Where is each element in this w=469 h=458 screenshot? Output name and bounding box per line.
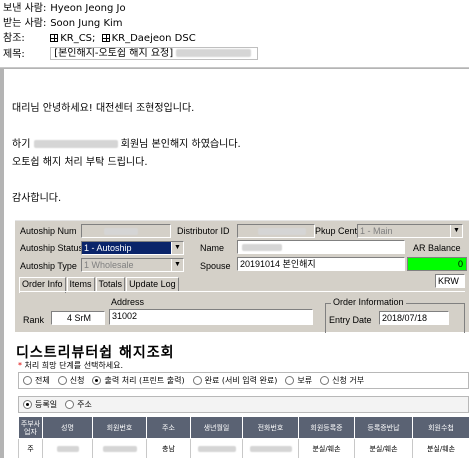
sort-option-date[interactable]: 등록일	[23, 399, 57, 410]
address-label: Address	[111, 297, 145, 307]
spouse-label: Spouse	[200, 261, 231, 271]
column-header[interactable]: 성명	[42, 416, 93, 439]
column-header[interactable]: 생년월일	[190, 416, 243, 439]
table-cell: 충남	[146, 438, 191, 458]
subject-row: 제목: [본인해지-오토쉽 해지 요청] x	[3, 47, 259, 61]
stage-option-reject[interactable]: 신청 거부	[320, 375, 364, 386]
from-value[interactable]: Hyeon Jeong Jo	[50, 2, 125, 16]
autoship-status-label: Autoship Status	[20, 243, 84, 253]
order-tabs: Order Info Items Totals Update Log	[19, 277, 180, 293]
expand-group-icon[interactable]	[101, 34, 110, 42]
distributor-id-field[interactable]: x	[237, 224, 315, 238]
chevron-down-icon[interactable]: ▼	[450, 225, 462, 237]
currency-field: KRW	[435, 274, 465, 288]
column-header[interactable]: 회원등록증	[298, 416, 355, 439]
ar-balance-field: 0	[407, 257, 467, 271]
entry-date-field[interactable]: 2018/07/18	[379, 311, 449, 325]
column-header[interactable]: 주소	[146, 416, 191, 439]
required-marker: *	[18, 361, 22, 370]
tab-update-log[interactable]: Update Log	[126, 277, 179, 291]
greeting-line: 대리님 안녕하세요! 대전센터 조현정입니다.	[12, 103, 195, 114]
table-cell-redacted: x	[42, 438, 93, 458]
closing-line: 감사합니다.	[12, 193, 62, 204]
table-cell: 분실/훼손	[298, 438, 355, 458]
stage-option-print[interactable]: 출력 처리 (프린트 출력)	[92, 375, 185, 386]
body-line-1-prefix: 하기	[12, 139, 31, 150]
column-header[interactable]: 등록증반납	[354, 416, 413, 439]
stage-option-complete[interactable]: 완료 (서비 입력 완료)	[192, 375, 277, 386]
tab-items[interactable]: Items	[66, 277, 95, 291]
radio-icon[interactable]	[320, 376, 330, 385]
cancel-screen-subtitle: * 처리 희망 단계를 선택하세요.	[18, 360, 123, 371]
table-row[interactable]: 주 x x 충남 x x 분실/훼손 분실/훼손 분실/훼손	[18, 438, 469, 458]
order-info-label: Order Information	[331, 297, 406, 307]
mail-header: 보낸 사람: Hyeon Jeong Jo 받는 사람: Soon Jung K…	[0, 0, 469, 70]
cancel-screen-title: 디스트리뷰터쉽 해지조회	[16, 345, 175, 361]
radio-icon[interactable]	[192, 376, 202, 385]
column-header[interactable]: 회원수첩	[412, 416, 469, 439]
stage-filter-bar: 전체 신청 출력 처리 (프린트 출력) 완료 (서비 입력 완료) 보류 신청…	[18, 372, 469, 389]
body-line-1: 하기 x 회원님 본인해지 하였습니다.	[12, 135, 241, 150]
cc-row: 참조: KR_CS; KR_Daejeon DSC	[3, 32, 196, 46]
column-header[interactable]: 주부사업자	[18, 416, 43, 439]
address-field[interactable]: 31002	[109, 309, 313, 325]
cc-group-1[interactable]: KR_CS;	[50, 32, 95, 46]
radio-icon[interactable]	[65, 400, 75, 409]
tab-divider	[19, 291, 465, 292]
rank-label: Rank	[23, 315, 45, 325]
chevron-down-icon[interactable]: ▼	[171, 242, 183, 254]
autoship-type-select[interactable]: 1 Wholesale ▼	[81, 258, 184, 272]
from-row: 보낸 사람: Hyeon Jeong Jo	[3, 2, 126, 16]
table-header-row: 주부사업자 성명 회원번호 주소 생년월일 전화번호 회원등록증 등록증반납 회…	[18, 416, 469, 439]
table-cell-redacted: x	[92, 438, 147, 458]
ar-balance-label: AR Balance	[413, 243, 461, 253]
cc-group-2[interactable]: KR_Daejeon DSC	[101, 32, 196, 46]
subtitle-text: 처리 희망 단계를 선택하세요.	[24, 361, 124, 370]
subject-label: 제목:	[3, 48, 25, 60]
to-row: 받는 사람: Soon Jung Kim	[3, 17, 123, 31]
stage-option-hold[interactable]: 보류	[285, 375, 312, 386]
autoship-num-field[interactable]: x	[81, 224, 171, 238]
table-cell: 분실/훼손	[354, 438, 413, 458]
table-cell: 주	[18, 438, 43, 458]
table-cell-redacted: x	[190, 438, 243, 458]
stage-option-apply[interactable]: 신청	[57, 375, 84, 386]
tab-totals[interactable]: Totals	[95, 277, 126, 291]
entry-date-label: Entry Date	[329, 315, 372, 325]
distributor-id-label: Distributor ID	[177, 226, 230, 236]
cc-label: 참조:	[3, 33, 25, 44]
pkup-center-select[interactable]: 1 - Main ▼	[357, 224, 463, 238]
autoship-status-select[interactable]: 1 - Autoship ▼	[81, 241, 184, 255]
spouse-field[interactable]: 20191014 본인해지	[237, 257, 405, 271]
autoship-type-label: Autoship Type	[20, 261, 77, 271]
redacted-member: x	[33, 140, 118, 148]
autoship-panel: Autoship Num x Distributor ID x Pkup Cen…	[15, 220, 469, 333]
sort-filter-bar: 등록일 주소	[18, 396, 469, 413]
body-line-2: 오토쉽 해지 처리 부탁 드립니다.	[12, 157, 148, 168]
chevron-down-icon[interactable]: ▼	[171, 259, 183, 271]
column-header[interactable]: 전화번호	[242, 416, 299, 439]
subject-value: [본인해지-오토쉽 해지 요청] x	[50, 47, 259, 60]
redacted-text: x	[176, 49, 252, 57]
cancel-results-table: 주부사업자 성명 회원번호 주소 생년월일 전화번호 회원등록증 등록증반납 회…	[18, 416, 469, 458]
autoship-num-label: Autoship Num	[20, 226, 77, 236]
expand-group-icon[interactable]	[50, 34, 59, 42]
radio-selected-icon[interactable]	[92, 376, 102, 385]
radio-selected-icon[interactable]	[23, 400, 32, 409]
radio-icon[interactable]	[23, 376, 32, 385]
table-cell-redacted: x	[242, 438, 299, 458]
column-header[interactable]: 회원번호	[92, 416, 147, 439]
rank-field[interactable]: 4 SrM	[51, 311, 105, 325]
to-value[interactable]: Soon Jung Kim	[50, 17, 122, 31]
radio-icon[interactable]	[57, 376, 67, 385]
name-field[interactable]: x	[237, 240, 405, 254]
radio-icon[interactable]	[285, 376, 295, 385]
stage-option-all[interactable]: 전체	[23, 375, 50, 386]
to-label: 받는 사람:	[3, 18, 47, 29]
name-label: Name	[200, 243, 225, 253]
body-line-1-suffix: 회원님 본인해지 하였습니다.	[120, 139, 241, 150]
from-label: 보낸 사람:	[3, 3, 47, 14]
sort-option-address[interactable]: 주소	[65, 399, 92, 410]
table-cell: 분실/훼손	[412, 438, 469, 458]
